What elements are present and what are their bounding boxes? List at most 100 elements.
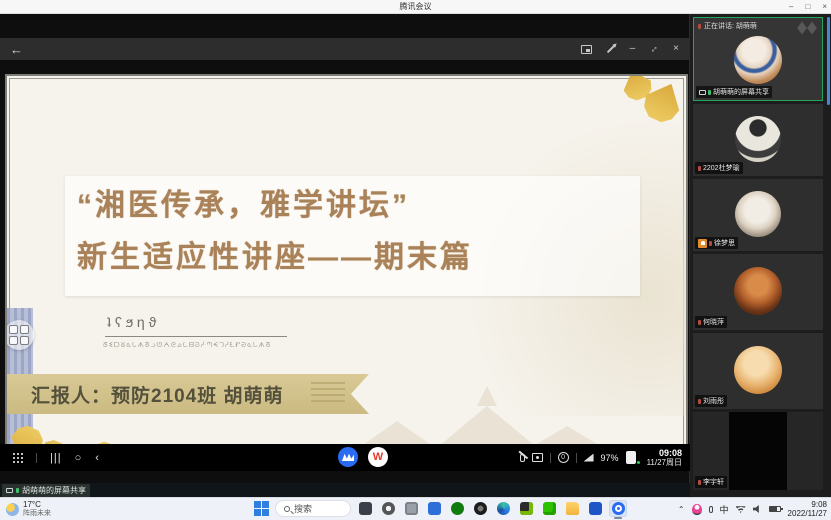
pinned-app-console[interactable] (356, 500, 374, 517)
tray-expand-icon[interactable]: ⌃ (678, 505, 685, 514)
tray-mic-icon[interactable] (709, 506, 713, 513)
mic-icon (698, 24, 701, 29)
avatar (735, 191, 781, 237)
presenter-banner-text: 汇报人：预防2104班 胡萌萌 (7, 381, 284, 408)
app-titlebar: 腾讯会议 – □ × (0, 0, 831, 14)
muted-mic-icon (520, 454, 525, 462)
pinned-app-edge-browser[interactable] (494, 500, 512, 517)
speaking-label: 正在讲话: 胡萌萌 (704, 21, 757, 31)
pinned-app-word[interactable] (586, 500, 604, 517)
mic-on-icon (708, 90, 711, 95)
weather-widget[interactable]: 17°C 阵雨未来 (6, 500, 51, 518)
pinned-app-settings[interactable] (379, 500, 397, 517)
app-drawer-icon[interactable] (12, 452, 23, 463)
speaker-icon[interactable] (753, 505, 762, 514)
signal-icon (584, 454, 594, 462)
mic-muted-icon (698, 399, 701, 404)
mirror-minimize-button[interactable]: – (630, 38, 636, 60)
battery-percent: 97% (601, 453, 619, 463)
android-clock: 09:08 11/27周日 (643, 448, 682, 468)
back-icon[interactable]: ← (10, 42, 23, 57)
android-back-button[interactable]: ‹ (95, 452, 100, 464)
weather-temp: 17°C (23, 500, 51, 509)
pinned-app-recorder[interactable] (402, 500, 420, 517)
wps-logo-icon: W (373, 451, 383, 463)
taskbar-search[interactable]: 搜索 (275, 500, 351, 517)
search-icon (284, 506, 290, 512)
video-tile[interactable]: 刘雨彤 (693, 333, 823, 409)
pinned-app-xbox[interactable] (448, 500, 466, 517)
app-title: 腾讯会议 (400, 1, 432, 12)
mic-muted-icon (698, 320, 701, 325)
monitor-icon (6, 488, 13, 493)
meeting-main-area: ← – ↔ × “湘医传承，雅学讲坛” 新生适应性讲座——期末篇 (0, 14, 831, 497)
pinned-app-file-explorer[interactable] (563, 500, 581, 517)
screen-share-chip[interactable]: 胡萌萌的屏幕共享 (2, 484, 90, 497)
ime-indicator[interactable]: 中 (720, 503, 729, 516)
picture-in-picture-icon[interactable] (581, 45, 592, 54)
mic-muted-icon (698, 166, 701, 171)
host-badge-icon (698, 239, 707, 248)
participant-label: 胡萌萌的屏幕共享 (696, 86, 772, 98)
taskbar-tencent-meeting-active[interactable] (609, 500, 627, 517)
signature-underline (105, 336, 287, 337)
recents-button[interactable]: ||| (50, 452, 62, 464)
mic-muted-icon (709, 241, 712, 246)
pinned-app-wechat[interactable] (540, 500, 558, 517)
meeting-logo-icon (342, 453, 354, 461)
wps-office-app-icon[interactable]: W (368, 447, 388, 467)
search-label: 搜索 (294, 502, 312, 515)
meeting-watermark-icon (798, 24, 816, 32)
mic-on-icon (16, 488, 19, 493)
floating-grid-button[interactable] (5, 320, 34, 350)
divider (36, 453, 37, 463)
battery-icon[interactable] (769, 506, 781, 512)
home-button[interactable]: ○ (75, 452, 83, 464)
sidebar-scrollbar[interactable] (827, 17, 830, 105)
annotate-pen-icon[interactable] (606, 45, 614, 53)
decorative-script-signature: ʇʕϧηϑ (107, 314, 160, 330)
mirror-resize-icon[interactable]: ↔ (643, 38, 666, 61)
taskbar-clock[interactable]: 9:08 2022/11/27 (788, 500, 827, 518)
slide-title-line1: “湘医传承，雅学讲坛” (77, 180, 677, 232)
pinned-app-nvidia[interactable] (517, 500, 535, 517)
divider (550, 453, 551, 463)
meeting-bottom-strip: 胡萌萌的屏幕共享 (0, 483, 690, 497)
mic-muted-icon (698, 480, 701, 485)
tencent-meeting-app-icon[interactable] (338, 447, 358, 467)
video-tile[interactable]: 李宇轩 (693, 412, 823, 490)
minimize-button[interactable]: – (789, 0, 793, 14)
avatar (734, 267, 782, 315)
pinned-app-camera[interactable] (471, 500, 489, 517)
participant-label: 何晓萍 (695, 316, 727, 328)
mirror-close-button[interactable]: × (673, 38, 679, 60)
window-controls: – □ × (789, 0, 827, 14)
record-count-indicator: 0 (558, 452, 569, 463)
android-date: 11/27周日 (647, 458, 682, 468)
video-tile[interactable]: 徐梦思 (693, 179, 823, 251)
slide-title: “湘医传承，雅学讲坛” 新生适应性讲座——期末篇 (77, 180, 677, 284)
screen-share-icon (699, 90, 706, 95)
start-button[interactable] (253, 500, 270, 517)
video-tile-hu-mengmeng[interactable]: 正在讲话: 胡萌萌 胡萌萌的屏幕共享 (693, 17, 823, 101)
maximize-button[interactable]: □ (805, 0, 810, 14)
avatar (734, 346, 782, 394)
mirror-window-toolbar: ← – ↔ × (0, 38, 689, 60)
participant-video-list: 正在讲话: 胡萌萌 胡萌萌的屏幕共享 2202杜梦瑜 徐梦思 (690, 14, 831, 497)
avatar (735, 116, 781, 162)
share-chip-label: 胡萌萌的屏幕共享 (22, 485, 86, 496)
clock-date: 2022/11/27 (788, 509, 827, 518)
presenter-banner: 汇报人：预防2104班 胡萌萌 (7, 374, 369, 414)
close-button[interactable]: × (822, 0, 827, 14)
video-tile[interactable]: 何晓萍 (693, 254, 823, 330)
presentation-slide: “湘医传承，雅学讲坛” 新生适应性讲座——期末篇 ʇʕϧηϑ ᘔᓬᗞᘜᓏᘂᗑᘕᓗ… (5, 74, 688, 458)
participant-name: 李宇轩 (703, 477, 724, 487)
android-time: 09:08 (647, 448, 682, 458)
pinned-app-store[interactable] (425, 500, 443, 517)
video-tile[interactable]: 2202杜梦瑜 (693, 104, 823, 176)
wifi-icon[interactable] (736, 505, 746, 513)
windows-taskbar: 17°C 阵雨未来 搜索 ⌃ 中 9:08 2022/11/27 (0, 497, 831, 520)
participant-name: 何晓萍 (703, 317, 724, 327)
qq-tray-icon[interactable] (692, 504, 702, 515)
participant-label: 徐梦思 (695, 237, 738, 249)
